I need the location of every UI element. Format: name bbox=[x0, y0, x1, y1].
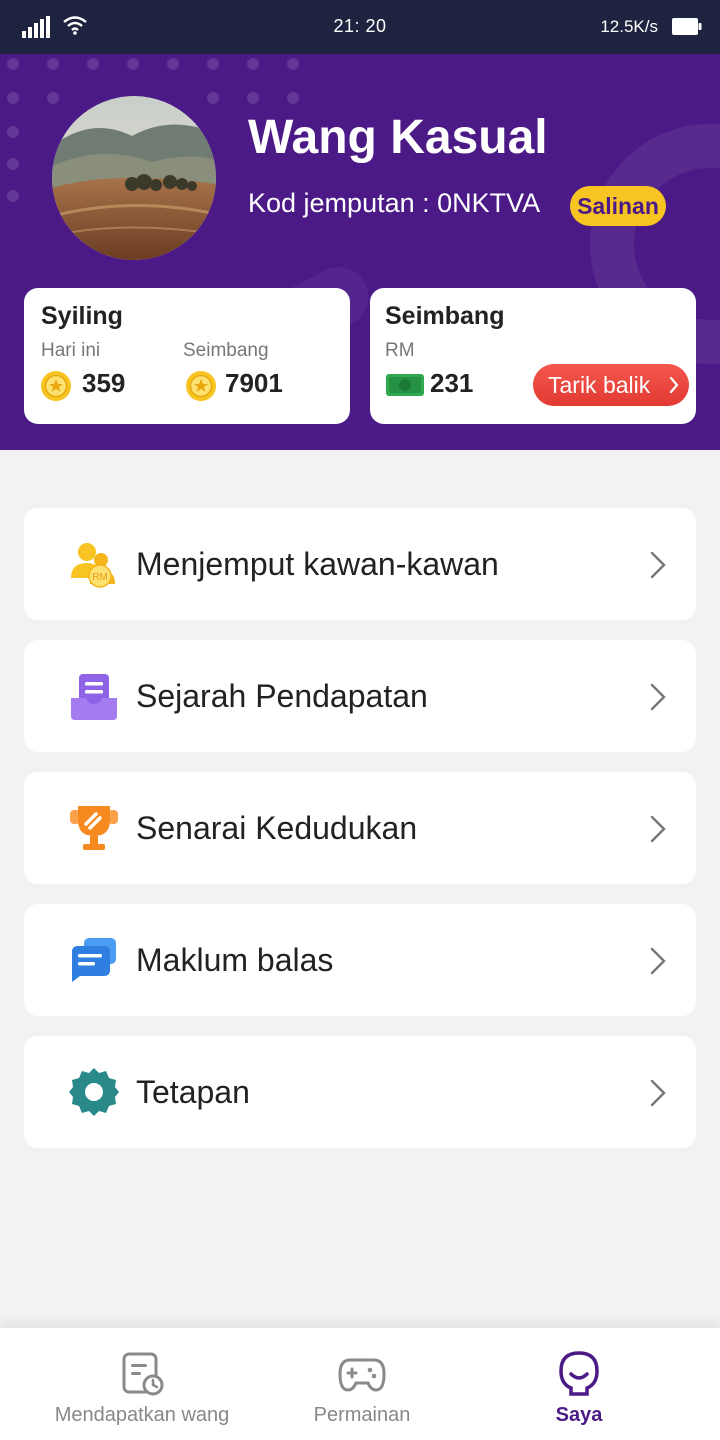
gamepad-icon bbox=[338, 1358, 386, 1392]
svg-text:RM: RM bbox=[92, 572, 108, 583]
withdraw-button[interactable]: Tarik balik bbox=[533, 364, 689, 406]
chevron-right-icon bbox=[650, 815, 666, 843]
chevron-right-icon bbox=[650, 947, 666, 975]
coins-card-title: Syiling bbox=[41, 302, 123, 330]
chevron-right-icon bbox=[650, 683, 666, 711]
menu-item-invite-friends[interactable]: RM Menjemput kawan-kawan bbox=[24, 508, 696, 620]
menu-label: Menjemput kawan-kawan bbox=[136, 546, 499, 582]
feedback-icon bbox=[72, 938, 116, 982]
avatar-landscape-image bbox=[52, 96, 216, 260]
menu-item-leaderboard[interactable]: Senarai Kedudukan bbox=[24, 772, 696, 884]
nav-label: Mendapatkan wang bbox=[54, 1404, 230, 1426]
chevron-right-icon bbox=[669, 376, 679, 394]
trophy-icon bbox=[70, 806, 118, 850]
currency-label: RM bbox=[385, 340, 415, 361]
invite-code: Kod jemputan : 0NKTVA bbox=[248, 188, 541, 218]
gear-icon bbox=[69, 1068, 119, 1116]
chevron-right-icon bbox=[650, 551, 666, 579]
chevron-right-icon bbox=[650, 1079, 666, 1107]
avatar[interactable] bbox=[52, 96, 216, 260]
balance-card: Seimbang RM 231 Tarik balik bbox=[370, 288, 696, 424]
nav-tab-games[interactable]: Permainan bbox=[242, 1328, 482, 1440]
coin-icon bbox=[186, 371, 216, 401]
nav-label: Saya bbox=[555, 1404, 603, 1426]
profile-header: Wang Kasual Kod jemputan : 0NKTVA Salina… bbox=[0, 54, 720, 450]
coins-card: Syiling Hari ini Seimbang 359 7901 bbox=[24, 288, 350, 424]
battery-icon bbox=[672, 18, 702, 35]
network-speed: 12.5K/s bbox=[600, 17, 658, 36]
bottom-navigation: Mendapatkan wang Permainan Saya bbox=[0, 1328, 720, 1440]
menu-item-income-history[interactable]: Sejarah Pendapatan bbox=[24, 640, 696, 752]
earn-icon bbox=[122, 1352, 164, 1396]
coins-balance-label: Seimbang bbox=[183, 340, 269, 361]
menu-item-settings[interactable]: Tetapan bbox=[24, 1036, 696, 1148]
withdraw-label: Tarik balik bbox=[548, 372, 651, 398]
invite-friends-icon: RM bbox=[71, 543, 115, 588]
coins-today-label: Hari ini bbox=[41, 340, 101, 361]
nav-tab-me[interactable]: Saya bbox=[459, 1328, 699, 1440]
menu-item-feedback[interactable]: Maklum balas bbox=[24, 904, 696, 1016]
balance-value: 231 bbox=[430, 368, 474, 398]
copy-button[interactable]: Salinan bbox=[570, 186, 666, 226]
balance-card-title: Seimbang bbox=[385, 302, 505, 330]
coins-balance-value: 7901 bbox=[225, 368, 283, 398]
nav-label: Permainan bbox=[313, 1404, 411, 1426]
menu-label: Tetapan bbox=[136, 1074, 250, 1110]
user-name: Wang Kasual bbox=[248, 111, 548, 164]
nav-tab-earn-money[interactable]: Mendapatkan wang bbox=[22, 1328, 262, 1440]
cash-icon bbox=[386, 374, 424, 396]
menu-label: Sejarah Pendapatan bbox=[136, 678, 428, 714]
coin-icon bbox=[41, 371, 71, 401]
menu-label: Maklum balas bbox=[136, 942, 334, 978]
status-bar: 21: 20 12.5K/s bbox=[0, 0, 720, 54]
income-history-icon bbox=[71, 674, 117, 720]
menu-label: Senarai Kedudukan bbox=[136, 810, 418, 846]
profile-icon bbox=[559, 1351, 599, 1396]
coins-today-value: 359 bbox=[82, 368, 126, 398]
